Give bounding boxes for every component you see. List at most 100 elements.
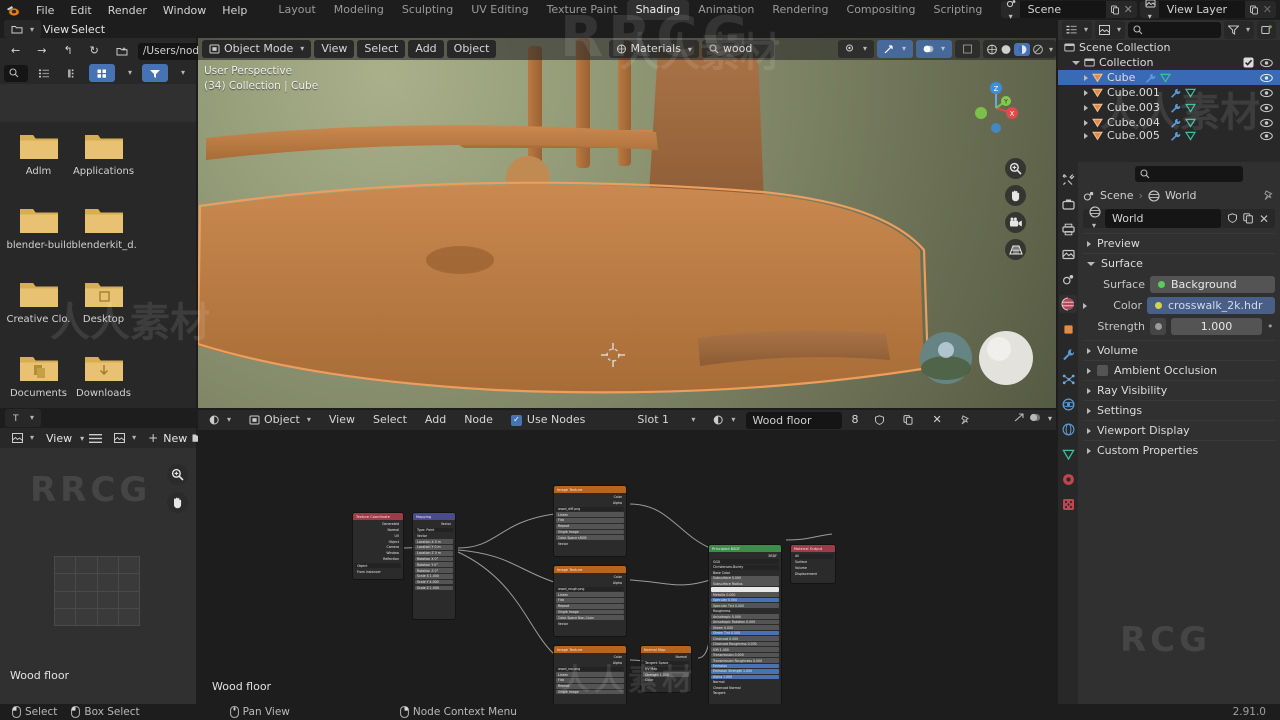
node-field[interactable]: Repeat [556,683,624,689]
node-field[interactable]: Scale Z 1.000 [415,585,453,591]
menu-file[interactable]: File [28,4,62,17]
node-field[interactable]: UV Map [643,666,689,672]
node-field[interactable]: Clearcoat Roughness 0.030 [711,641,779,647]
node-field[interactable]: Flat [556,678,624,683]
node-field[interactable]: All [793,554,833,559]
eye-icon[interactable] [1260,73,1273,83]
scene-actions[interactable]: ✕ [1106,3,1137,16]
render-tab[interactable] [1059,195,1077,213]
node-output[interactable]: Normal [643,655,689,660]
duplicate-material-icon[interactable] [896,411,922,429]
fake-user-shield-icon[interactable] [1227,213,1238,224]
node-field[interactable]: Transmission 0.000 [711,652,779,658]
modifier-wrench-icon[interactable] [1170,88,1181,98]
shader-editor[interactable]: Object View Select Add Node ✓ Use Nodes … [198,410,1056,710]
node-field[interactable]: Color Space Non-Color [556,615,624,621]
mesh-data-icon[interactable] [1184,103,1196,113]
mesh-data-icon[interactable] [1160,73,1172,83]
image-editor-canvas[interactable]: Wood floor [0,448,196,704]
breadcrumb-world[interactable]: World [1165,189,1197,202]
node-field[interactable]: Anisotropic Rotation 0.000 [711,619,779,625]
fake-user-shield-icon[interactable] [867,411,893,429]
node-field[interactable]: Subsurface Color [711,586,779,592]
node-field[interactable]: Scale X 1.000 [415,574,453,579]
file-item[interactable]: Desktop [71,278,136,351]
node-input[interactable]: Vector [556,541,624,546]
zoom-icon[interactable] [167,464,188,485]
view-layer-selector[interactable]: View Layer ✕ [1139,0,1276,18]
node-output[interactable]: Reflection [355,557,401,562]
node-mapping[interactable]: Mapping Vector Type: Point Vector Locati… [412,512,456,620]
image-editor-menu-view[interactable]: View [46,432,72,445]
node-field[interactable]: Flat [556,598,624,603]
view-layer-actions[interactable]: ✕ [1245,3,1276,16]
node-output[interactable]: Object [355,539,401,544]
mesh-data-icon[interactable] [1184,88,1196,98]
chevron-right-icon[interactable] [1084,119,1088,126]
scene-name[interactable]: Scene [1019,1,1106,18]
node-field[interactable]: Scale Y 4.000 [415,579,453,585]
filter-options-dropdown[interactable] [171,64,193,82]
strength-animate-dot[interactable]: • [1267,320,1275,333]
node-field[interactable]: Location X 0 m [415,539,453,544]
plus-icon[interactable]: + [148,431,158,445]
world-datablock[interactable]: World ✕ [1083,206,1275,231]
workspace-tab-modeling[interactable]: Modeling [325,0,393,20]
node-material-output[interactable]: Material Output All Surface Volume Displ… [790,544,836,584]
checkbox-icon[interactable] [1243,57,1254,68]
use-nodes-checkbox[interactable]: ✓ Use Nodes [504,411,593,429]
node-field[interactable]: Location Z 0 m [415,550,453,556]
node-input[interactable]: Displacement [793,571,833,576]
node-principled-bsdf[interactable]: Principled BSDF BSDF GGX Christensen-Bur… [708,544,782,710]
node-field[interactable]: Single Image [556,689,624,695]
modifier-wrench-icon[interactable] [1170,118,1181,128]
node-field[interactable]: Color Space sRGB [556,535,624,541]
node-input[interactable]: Base Color [711,570,779,575]
node-field[interactable]: Specular Tint 0.000 [711,603,779,608]
node-texture-coordinate[interactable]: Texture Coordinate Generated Normal UV O… [352,512,404,580]
scene-tab[interactable] [1059,270,1077,288]
node-field[interactable]: Single Image [556,609,624,615]
viewport-menu-select[interactable]: Select [357,40,406,58]
menu-render[interactable]: Render [100,4,155,17]
modifier-wrench-icon[interactable] [1170,103,1181,113]
outliner-row-cube-004[interactable]: Cube.004 [1058,115,1280,130]
editor-type-dropdown[interactable] [202,411,239,429]
data-tab[interactable] [1059,445,1077,463]
panel-volume[interactable]: Volume [1083,340,1275,360]
node-input[interactable]: Volume [793,566,833,571]
toggle-orthographic-icon[interactable] [1005,239,1026,260]
node-field[interactable]: Strength 1.000 [643,672,689,677]
node-output[interactable]: Alpha [556,501,624,506]
node-field[interactable]: Rotation Y 0° [415,562,453,568]
panel-viewport-display[interactable]: Viewport Display [1083,420,1275,440]
overlays-node-dropdown[interactable] [1045,411,1052,424]
node-field[interactable]: IOR 1.450 [711,647,779,652]
duplicate-world-icon[interactable] [1243,213,1254,224]
workspace-tab-layout[interactable]: Layout [269,0,324,20]
node-field[interactable]: Flat [556,518,624,523]
chevron-right-icon[interactable] [1083,302,1087,309]
view-layer-name[interactable]: View Layer [1158,1,1245,18]
world-tab[interactable] [1059,295,1077,313]
node-output[interactable]: UV [355,534,401,539]
world-datablock-icon[interactable] [1083,206,1105,231]
shader-menu-node[interactable]: Node [457,411,500,429]
chevron-right-icon[interactable] [1084,104,1088,111]
new-folder-button[interactable] [108,42,135,60]
pin-icon[interactable] [1263,190,1275,201]
workspace-tab-animation[interactable]: Animation [689,0,763,20]
node-output[interactable]: Color [556,575,624,580]
panel-custom-properties[interactable]: Custom Properties [1083,440,1275,460]
node-field[interactable]: Object [355,563,401,569]
node-output[interactable]: Window [355,551,401,556]
node-canvas[interactable]: Texture Coordinate Generated Normal UV O… [198,430,1056,710]
snap-node-icon[interactable] [1013,412,1025,423]
filebrowser-menu-view[interactable]: View [43,23,69,36]
panel-settings[interactable]: Settings [1083,400,1275,420]
node-output[interactable]: Vector [415,522,453,527]
file-search-input[interactable] [4,64,28,82]
mesh-data-icon[interactable] [1184,118,1196,128]
outliner-row-cube-005[interactable]: Cube.005 [1058,130,1280,141]
mesh-data-icon[interactable] [1184,131,1196,141]
